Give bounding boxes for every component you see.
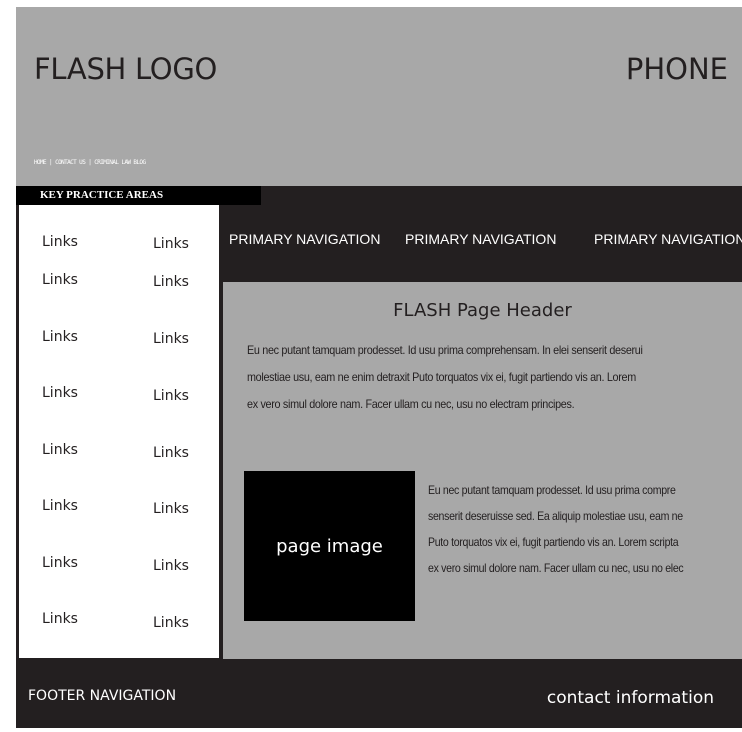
sidebar-link[interactable]: Links bbox=[42, 611, 78, 627]
paragraph-line: Eu nec putant tamquam prodesset. Id usu … bbox=[428, 483, 676, 497]
key-practice-areas-title: KEY PRACTICE AREAS bbox=[16, 186, 261, 205]
paragraph-line: Eu nec putant tamquam prodesset. Id usu … bbox=[247, 343, 643, 357]
contact-information[interactable]: contact information bbox=[547, 688, 714, 708]
primary-nav-item[interactable]: PRIMARY NAVIGATION bbox=[405, 231, 556, 247]
page-frame: FLASH LOGO PHONE HOME | CONTACT US | CRI… bbox=[16, 7, 742, 728]
sidebar-link[interactable]: Links bbox=[42, 272, 78, 288]
primary-navigation: PRIMARY NAVIGATION PRIMARY NAVIGATION PR… bbox=[222, 205, 742, 275]
main-content: FLASH Page Header Eu nec putant tamquam … bbox=[223, 282, 742, 659]
sidebar-link[interactable]: Links bbox=[153, 445, 189, 461]
intro-paragraph: Eu nec putant tamquam prodesset. Id usu … bbox=[247, 337, 733, 418]
sidebar-link[interactable]: Links bbox=[153, 331, 189, 347]
sidebar-link[interactable]: Links bbox=[153, 236, 189, 252]
sidebar-link[interactable]: Links bbox=[153, 274, 189, 290]
sidebar-link[interactable]: Links bbox=[153, 615, 189, 631]
paragraph-line: Puto torquatos vix ei, fugit partiendo v… bbox=[428, 535, 679, 549]
paragraph-line: ex vero simul dolore nam. Facer ullam cu… bbox=[247, 397, 575, 411]
utility-links[interactable]: HOME | CONTACT US | CRIMINAL LAW BLOG bbox=[34, 159, 146, 166]
paragraph-line: ex vero simul dolore nam. Facer ullam cu… bbox=[428, 561, 684, 575]
page-image-label: page image bbox=[276, 535, 383, 557]
sidebar-link[interactable]: Links bbox=[153, 388, 189, 404]
primary-nav-item[interactable]: PRIMARY NAVIGATION bbox=[229, 231, 380, 247]
footer-navigation[interactable]: FOOTER NAVIGATION bbox=[28, 688, 176, 704]
sidebar-link[interactable]: Links bbox=[153, 501, 189, 517]
page-header: FLASH Page Header bbox=[393, 300, 572, 321]
flash-logo[interactable]: FLASH LOGO bbox=[34, 52, 217, 86]
sidebar-link[interactable]: Links bbox=[42, 234, 78, 250]
side-paragraph: Eu nec putant tamquam prodesset. Id usu … bbox=[428, 477, 718, 587]
primary-nav-item[interactable]: PRIMARY NAVIGATION bbox=[594, 231, 742, 247]
practice-areas-sidebar: Links Links Links Links Links Links Link… bbox=[19, 205, 219, 658]
sidebar-link[interactable]: Links bbox=[42, 555, 78, 571]
paragraph-line: molestiae usu, eam ne enim detraxit Puto… bbox=[247, 370, 636, 384]
sidebar-link[interactable]: Links bbox=[42, 442, 78, 458]
sidebar-link[interactable]: Links bbox=[153, 558, 189, 574]
sidebar-link[interactable]: Links bbox=[42, 329, 78, 345]
site-header: FLASH LOGO PHONE HOME | CONTACT US | CRI… bbox=[16, 7, 742, 186]
phone-number: PHONE bbox=[625, 52, 728, 86]
paragraph-line: senserit deseruisse sed. Ea aliquip mole… bbox=[428, 509, 683, 523]
sidebar-link[interactable]: Links bbox=[42, 385, 78, 401]
page-image: page image bbox=[244, 471, 415, 621]
sidebar-link[interactable]: Links bbox=[42, 498, 78, 514]
